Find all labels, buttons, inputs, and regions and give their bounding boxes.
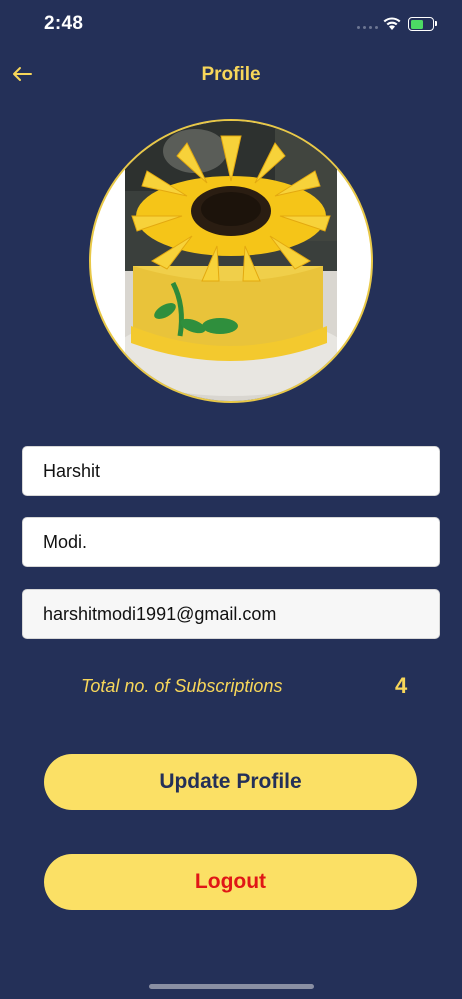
avatar[interactable] xyxy=(89,119,373,403)
subscriptions-count: 4 xyxy=(395,673,408,698)
battery-tip xyxy=(435,21,437,26)
subscriptions-label: Total no. of Subscriptions xyxy=(81,676,283,696)
profile-screen: 2:48 Profile Harshit Modi. harshitmodi19… xyxy=(0,0,462,999)
status-time: 2:48 xyxy=(44,13,84,34)
update-profile-button[interactable]: Update Profile xyxy=(44,754,417,810)
status-bar: 2:48 xyxy=(0,0,462,48)
last-name-field[interactable] xyxy=(22,517,440,567)
logout-button[interactable]: Logout xyxy=(44,854,417,910)
first-name-field[interactable] xyxy=(22,446,440,496)
home-indicator[interactable] xyxy=(149,984,314,989)
cake-photo-icon xyxy=(125,121,337,401)
signal-icon xyxy=(357,26,378,29)
email-field[interactable] xyxy=(22,589,440,639)
battery-icon xyxy=(408,17,434,31)
wifi-icon xyxy=(383,17,401,30)
page-title: Profile xyxy=(201,64,261,85)
